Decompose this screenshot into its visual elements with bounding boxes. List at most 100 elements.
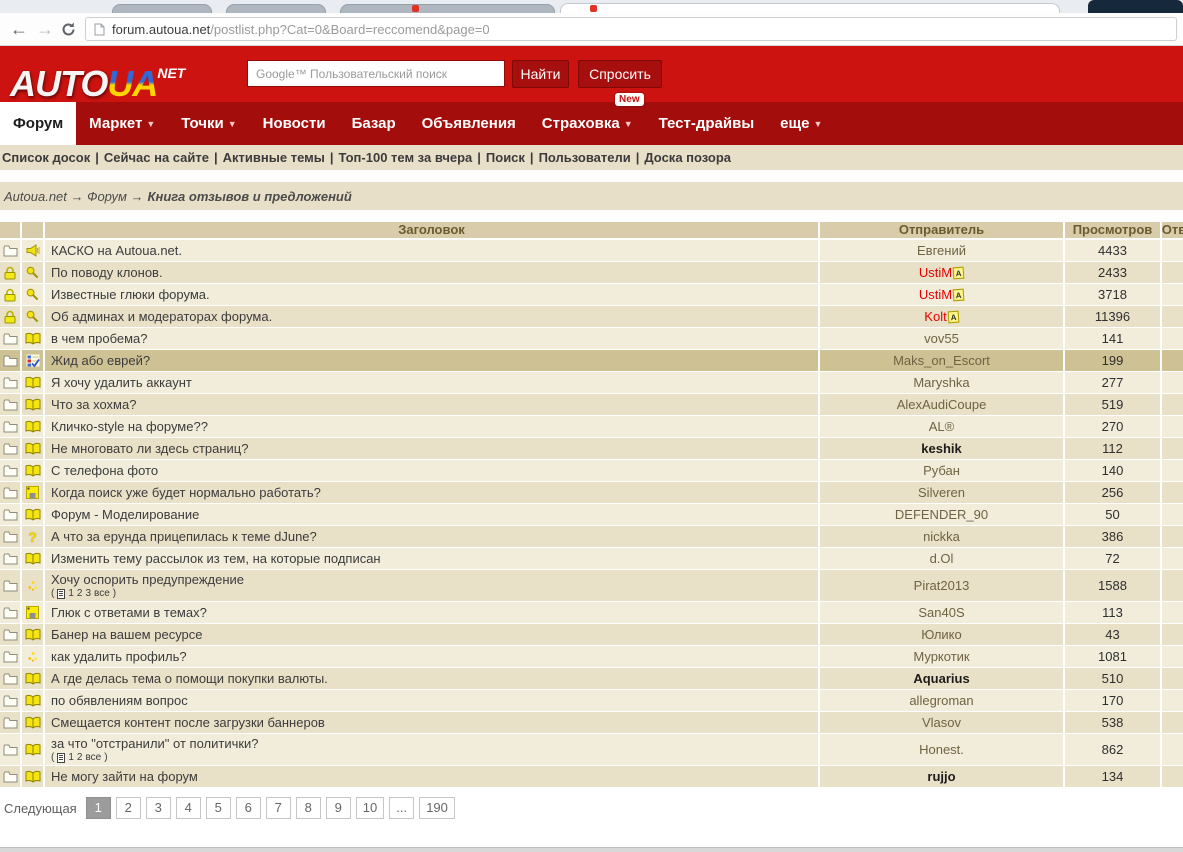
forward-button[interactable]: → bbox=[32, 19, 58, 40]
topic-title-link[interactable]: КАСКО на Autoua.net. bbox=[51, 243, 818, 258]
sender-link[interactable]: Юлико bbox=[921, 627, 961, 642]
topic-title-link[interactable]: Кличко-style на форуме?? bbox=[51, 419, 818, 434]
browser-tab[interactable] bbox=[112, 4, 212, 13]
topic-title-link[interactable]: Когда поиск уже будет нормально работать… bbox=[51, 485, 818, 500]
sender-link[interactable]: keshik bbox=[921, 441, 961, 456]
topic-title-link[interactable]: Глюк с ответами в темах? bbox=[51, 605, 818, 620]
page-button-10[interactable]: 10 bbox=[355, 797, 385, 819]
sender-link[interactable]: Pirat2013 bbox=[914, 578, 970, 593]
replies-count bbox=[1162, 482, 1183, 503]
subnav-link-4[interactable]: Поиск bbox=[486, 150, 525, 165]
nav-item-5[interactable]: Объявления bbox=[409, 102, 529, 145]
sender-link[interactable]: Vlasov bbox=[922, 715, 961, 730]
pagination-next-link[interactable]: Следующая bbox=[4, 801, 77, 816]
page-button-2[interactable]: 2 bbox=[115, 797, 141, 819]
page-button-6[interactable]: 6 bbox=[235, 797, 261, 819]
search-input[interactable] bbox=[247, 60, 505, 87]
breadcrumb-prefix[interactable]: Autoua.net → Форум → bbox=[4, 189, 144, 204]
topic-page-link[interactable]: 2 bbox=[77, 752, 83, 763]
nav-item-4[interactable]: Базар bbox=[339, 102, 409, 145]
sender-link[interactable]: Aquarius bbox=[913, 671, 969, 686]
sender-link[interactable]: Евгений bbox=[917, 243, 966, 258]
sender-link[interactable]: UstiM bbox=[919, 287, 952, 302]
browser-tab-active[interactable] bbox=[560, 3, 1060, 13]
nav-item-7[interactable]: Тест-драйвы bbox=[646, 102, 768, 145]
nav-item-6[interactable]: Страховка ▼ New bbox=[529, 93, 646, 145]
topic-title-link[interactable]: Известные глюки форума. bbox=[51, 287, 818, 302]
topic-title-link[interactable]: Об админах и модераторах форума. bbox=[51, 309, 818, 324]
topic-title-link[interactable]: по обявлениям вопрос bbox=[51, 693, 818, 708]
topic-title-link[interactable]: Не могу зайти на форум bbox=[51, 769, 818, 784]
topic-title-link[interactable]: в чем пробема? bbox=[51, 331, 818, 346]
url-bar[interactable]: forum.autoua.net/postlist.php?Cat=0&Boar… bbox=[85, 17, 1177, 41]
nav-item-3[interactable]: Новости bbox=[250, 102, 339, 145]
sender-link[interactable]: AlexAudiCoupe bbox=[897, 397, 987, 412]
topic-title-link[interactable]: Смещается контент после загрузки баннеро… bbox=[51, 715, 818, 730]
browser-tab-dark[interactable] bbox=[1088, 0, 1183, 13]
sender-link[interactable]: d.Ol bbox=[930, 551, 954, 566]
page-button-7[interactable]: 7 bbox=[265, 797, 291, 819]
ask-button[interactable]: Спросить bbox=[578, 60, 662, 88]
topic-title-link[interactable]: как удалить профиль? bbox=[51, 649, 818, 664]
sender-link[interactable]: rujjo bbox=[927, 769, 955, 784]
page-button-9[interactable]: 9 bbox=[325, 797, 351, 819]
topic-title-link[interactable]: По поводу клонов. bbox=[51, 265, 818, 280]
topic-title-link[interactable]: Хочу оспорить предупреждение bbox=[51, 572, 818, 587]
nav-item-0[interactable]: Форум bbox=[0, 102, 77, 145]
site-logo[interactable]: AUTOUANET bbox=[10, 53, 185, 104]
page-button-3[interactable]: 3 bbox=[145, 797, 171, 819]
sender-link[interactable]: Maks_on_Escort bbox=[893, 353, 990, 368]
nav-item-1[interactable]: Маркет ▼ bbox=[76, 102, 168, 145]
search-button[interactable]: Найти bbox=[512, 60, 569, 88]
browser-tab[interactable] bbox=[340, 4, 555, 13]
topic-page-link[interactable]: все bbox=[94, 588, 110, 599]
page-button-8[interactable]: 8 bbox=[295, 797, 321, 819]
topic-page-link[interactable]: 1 bbox=[68, 588, 74, 599]
topic-title-link[interactable]: С телефона фото bbox=[51, 463, 818, 478]
sender-link[interactable]: Honest. bbox=[919, 742, 964, 757]
subnav-link-1[interactable]: Сейчас на сайте bbox=[104, 150, 209, 165]
sender-link[interactable]: DEFENDER_90 bbox=[895, 507, 988, 522]
topic-title-link[interactable]: А где делась тема о помощи покупки валют… bbox=[51, 671, 818, 686]
nav-item-8[interactable]: еще ▼ bbox=[767, 102, 835, 145]
page-button-4[interactable]: 4 bbox=[175, 797, 201, 819]
sender-link[interactable]: AL® bbox=[929, 419, 954, 434]
sender-link[interactable]: UstiM bbox=[919, 265, 952, 280]
topic-title-link[interactable]: Не многовато ли здесь страниц? bbox=[51, 441, 818, 456]
sender-link[interactable]: Maryshka bbox=[913, 375, 969, 390]
subnav-link-2[interactable]: Активные темы bbox=[223, 150, 325, 165]
page-button-5[interactable]: 5 bbox=[205, 797, 231, 819]
nav-item-2[interactable]: Точки ▼ bbox=[168, 102, 249, 145]
topic-title-link[interactable]: Изменить тему рассылок из тем, на которы… bbox=[51, 551, 818, 566]
topic-page-link[interactable]: все bbox=[85, 752, 101, 763]
back-button[interactable]: ← bbox=[6, 19, 32, 40]
topic-title-link[interactable]: Форум - Моделирование bbox=[51, 507, 818, 522]
subnav-link-3[interactable]: Топ-100 тем за вчера bbox=[338, 150, 472, 165]
sender-link[interactable]: Рубан bbox=[923, 463, 960, 478]
topic-title-link[interactable]: А что за ерунда прицепилась к теме dJune… bbox=[51, 529, 818, 544]
page-button-190[interactable]: 190 bbox=[419, 797, 455, 819]
topic-page-link[interactable]: 1 bbox=[68, 752, 74, 763]
sender-link[interactable]: Silveren bbox=[918, 485, 965, 500]
sender-link[interactable]: allegroman bbox=[909, 693, 973, 708]
pagination-ellipsis[interactable]: ... bbox=[389, 797, 415, 819]
browser-tab[interactable] bbox=[226, 4, 326, 13]
subnav-link-6[interactable]: Доска позора bbox=[644, 150, 731, 165]
topic-title-link[interactable]: Я хочу удалить аккаунт bbox=[51, 375, 818, 390]
topic-title-link[interactable]: Банер на вашем ресурсе bbox=[51, 627, 818, 642]
subnav-link-5[interactable]: Пользователи bbox=[539, 150, 631, 165]
topic-title-link[interactable]: Жид або еврей? bbox=[51, 353, 818, 368]
topic-title-link[interactable]: за что "отстранили" от политички? bbox=[51, 736, 818, 751]
sender-link[interactable]: Муркотик bbox=[913, 649, 969, 664]
sender-link[interactable]: vov55 bbox=[924, 331, 959, 346]
replies-count bbox=[1162, 394, 1183, 415]
sender-link[interactable]: San40S bbox=[918, 605, 964, 620]
sender-link[interactable]: nickka bbox=[923, 529, 960, 544]
page-button-1[interactable]: 1 bbox=[85, 797, 111, 819]
topic-page-link[interactable]: 3 bbox=[85, 588, 91, 599]
topic-page-link[interactable]: 2 bbox=[77, 588, 83, 599]
topic-title-link[interactable]: Что за хохма? bbox=[51, 397, 818, 412]
reload-icon[interactable] bbox=[60, 21, 77, 38]
subnav-link-0[interactable]: Список досок bbox=[2, 150, 90, 165]
sender-link[interactable]: Kolt bbox=[924, 309, 946, 324]
